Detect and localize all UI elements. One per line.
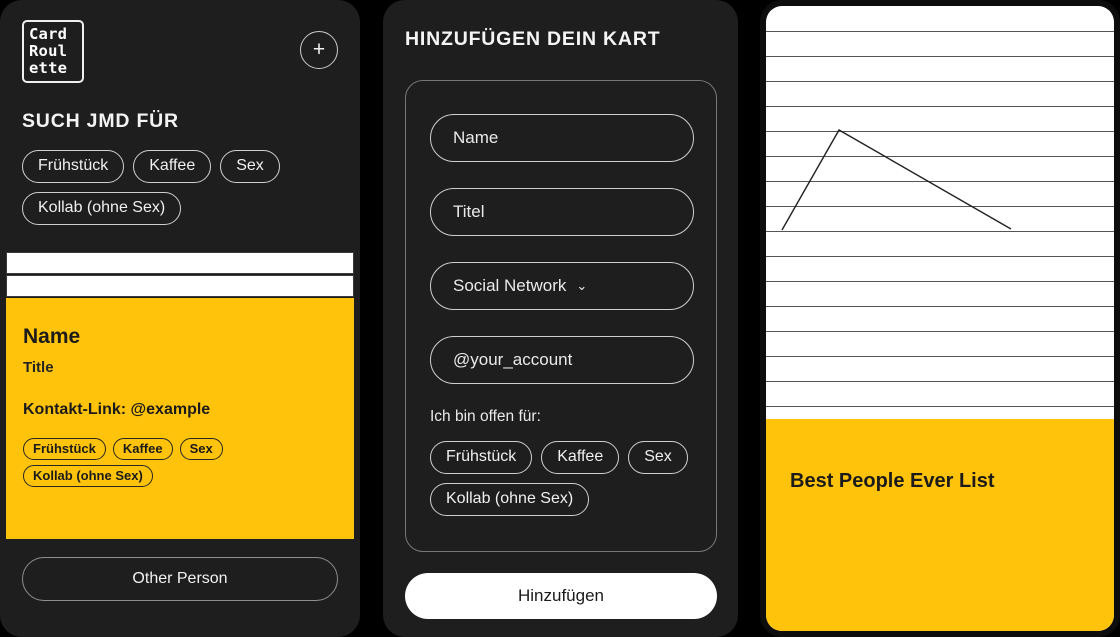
logo-line-3: ette bbox=[29, 59, 68, 77]
other-person-button[interactable]: Other Person bbox=[22, 557, 338, 601]
discover-header: Card Roul ette + bbox=[22, 20, 338, 84]
person-card[interactable]: Name Title Kontakt-Link: @example Frühst… bbox=[6, 298, 354, 539]
card-roulette-logo: Card Roul ette bbox=[22, 20, 84, 83]
section-title-such-jmd-fur: SUCH JMD FÜR bbox=[22, 110, 179, 132]
account-handle-input[interactable]: @your_account bbox=[430, 336, 694, 384]
list-highlight-card[interactable]: Best People Ever List bbox=[766, 419, 1114, 631]
person-chip-kollab[interactable]: Kollab (ohne Sex) bbox=[23, 465, 153, 487]
person-card-name: Name bbox=[23, 325, 81, 348]
open-for-chip-kaffee[interactable]: Kaffee bbox=[541, 441, 620, 474]
logo-line-2: Roul bbox=[29, 42, 68, 60]
add-card-panel: HINZUFÜGEN DEIN KART Name Titel Social N… bbox=[383, 0, 738, 637]
person-chip-kaffee[interactable]: Kaffee bbox=[112, 438, 173, 460]
filter-chip-sex[interactable]: Sex bbox=[220, 150, 280, 183]
open-for-chip-sex[interactable]: Sex bbox=[628, 441, 688, 474]
person-chip-sex[interactable]: Sex bbox=[179, 438, 223, 460]
app-root: Card Roul ette + SUCH JMD FÜR Frühstück … bbox=[0, 0, 1120, 637]
filter-chip-kaffee[interactable]: Kaffee bbox=[133, 150, 212, 183]
discover-panel: Card Roul ette + SUCH JMD FÜR Frühstück … bbox=[0, 0, 360, 637]
person-chip-fruehstueck[interactable]: Frühstück bbox=[23, 438, 106, 460]
filter-chip-fruehstueck[interactable]: Frühstück bbox=[22, 150, 125, 183]
name-input[interactable]: Name bbox=[430, 114, 694, 162]
list-title: Best People Ever List bbox=[790, 470, 995, 492]
social-network-value: Social Network bbox=[453, 276, 567, 295]
add-card-title: HINZUFÜGEN DEIN KART bbox=[405, 28, 661, 50]
card-peek-back bbox=[6, 252, 354, 274]
submit-button[interactable]: Hinzufügen bbox=[405, 573, 717, 619]
person-card-title: Title bbox=[23, 359, 54, 376]
ruled-sheet: Best People Ever List bbox=[766, 6, 1114, 631]
best-people-list-panel: Best People Ever List bbox=[760, 0, 1120, 637]
add-card-form: Name Titel Social Network ⌄ @your_accoun… bbox=[405, 80, 717, 552]
chevron-down-icon: ⌄ bbox=[576, 278, 588, 293]
person-card-chip-group: Frühstück Kaffee Sex Kollab (ohne Sex) bbox=[23, 438, 333, 487]
open-for-chip-fruehstueck[interactable]: Frühstück bbox=[430, 441, 533, 474]
open-for-chip-kollab[interactable]: Kollab (ohne Sex) bbox=[430, 483, 590, 516]
filter-chip-kollab[interactable]: Kollab (ohne Sex) bbox=[22, 192, 182, 225]
social-network-select[interactable]: Social Network ⌄ bbox=[430, 262, 694, 310]
card-peek-mid bbox=[6, 275, 354, 297]
logo-line-1: Card bbox=[29, 25, 68, 43]
title-input[interactable]: Titel bbox=[430, 188, 694, 236]
filter-chip-group: Frühstück Kaffee Sex Kollab (ohne Sex) bbox=[22, 150, 342, 225]
open-for-label: Ich bin offen für: bbox=[430, 408, 541, 425]
open-for-chip-group: Frühstück Kaffee Sex Kollab (ohne Sex) bbox=[430, 441, 698, 516]
add-card-button[interactable]: + bbox=[300, 31, 338, 69]
plus-icon: + bbox=[312, 37, 326, 61]
person-card-contact-link[interactable]: Kontakt-Link: @example bbox=[23, 401, 210, 419]
